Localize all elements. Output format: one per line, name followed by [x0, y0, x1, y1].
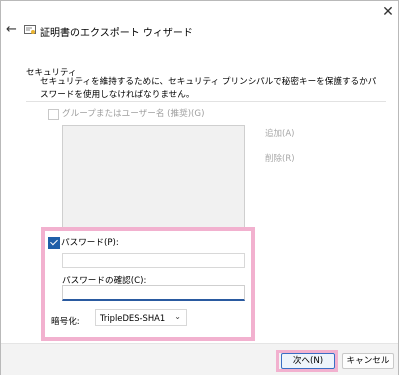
group-checkbox[interactable] — [48, 109, 59, 120]
divider — [26, 101, 386, 102]
encryption-dropdown[interactable]: TripleDES-SHA1 ⌄ — [95, 309, 187, 326]
back-arrow-icon[interactable]: ← — [6, 23, 20, 37]
wizard-title: 証明書のエクスポート ウィザード — [40, 28, 193, 39]
footer-bar — [1, 343, 398, 375]
next-button[interactable]: 次へ(N) — [281, 353, 335, 369]
password-checkbox[interactable] — [48, 237, 60, 249]
certificate-icon — [24, 25, 36, 34]
group-checkbox-label: グループまたはユーザー名 (推奨)(G) — [62, 109, 205, 119]
chevron-down-icon: ⌄ — [174, 312, 181, 321]
password-input[interactable] — [62, 253, 245, 268]
encryption-selected-value: TripleDES-SHA1 — [100, 313, 166, 323]
close-button[interactable]: ✕ — [377, 3, 399, 21]
encryption-label: 暗号化: — [51, 317, 80, 327]
password-confirm-input[interactable] — [62, 285, 245, 301]
remove-button[interactable]: 削除(R) — [265, 151, 311, 167]
add-button[interactable]: 追加(A) — [265, 126, 311, 142]
cancel-button[interactable]: キャンセル — [342, 353, 394, 369]
principals-listbox[interactable] — [62, 125, 245, 228]
password-checkbox-label: パスワード(P): — [61, 238, 119, 248]
security-description: セキュリティを維持するために、セキュリティ プリンシパルで秘密キーを保護するかパ… — [40, 77, 377, 100]
